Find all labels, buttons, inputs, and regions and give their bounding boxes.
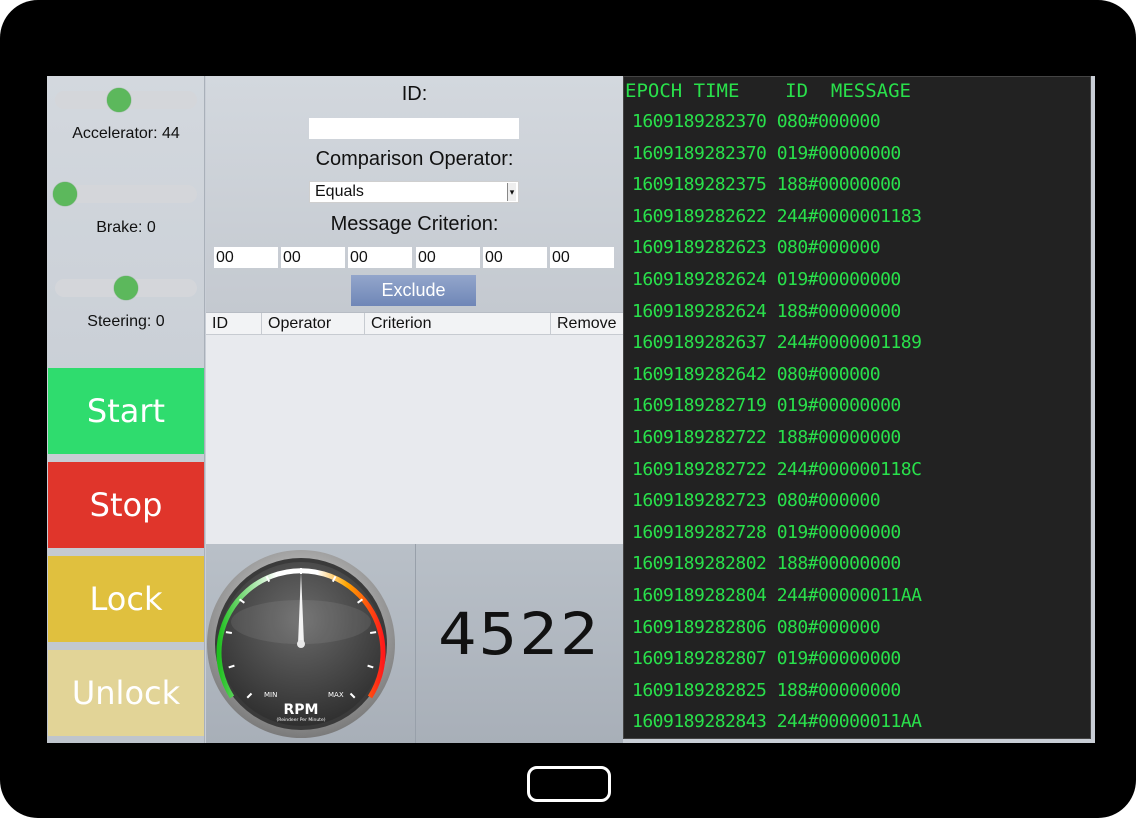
- accelerator-label: Accelerator: 44: [72, 125, 180, 142]
- log-row: 1609189282804 244#00000011AA: [632, 585, 922, 606]
- log-row: 1609189282722 188#00000000: [632, 427, 901, 448]
- filter-table: ID Operator Criterion Remove: [206, 312, 623, 544]
- log-row: 1609189282806 080#000000: [632, 616, 881, 638]
- column-header-remove: Remove: [557, 315, 617, 332]
- column-header-id: ID: [206, 313, 262, 335]
- log-row: 1609189282370 080#000000: [632, 111, 881, 132]
- log-row: 1609189282370 019#00000000: [632, 142, 901, 164]
- log-row: 1609189282723 080#000000: [632, 490, 881, 512]
- brake-slider-thumb[interactable]: [53, 182, 77, 206]
- gauge-label: RPM: [284, 702, 319, 718]
- log-row: 1609189282843 244#00000011AA: [632, 711, 922, 733]
- vehicle-controls: Accelerator: 44 Brake: 0 Steering: 0 Sta…: [47, 76, 205, 743]
- criterion-byte-1[interactable]: [214, 247, 278, 268]
- brake-slider[interactable]: [53, 182, 197, 206]
- steering-label: Steering: 0: [87, 313, 165, 330]
- log-row: 1609189282719 019#00000000: [632, 395, 901, 417]
- log-row: 1609189282623 080#000000: [632, 237, 881, 259]
- column-header-criterion: Criterion: [365, 313, 551, 335]
- log-row: 1609189282802 188#00000000: [632, 553, 901, 575]
- stop-button[interactable]: Stop: [48, 462, 204, 548]
- filter-form: ID: Comparison Operator: Equals ▾ Messag…: [206, 76, 623, 312]
- column-header-operator: Operator: [262, 313, 365, 335]
- log-row: 1609189282722 244#000000118C: [632, 458, 922, 480]
- steering-slider-thumb[interactable]: [114, 276, 138, 300]
- comparison-operator-value: Equals: [315, 183, 364, 200]
- filter-table-header: ID Operator Criterion Remove: [206, 313, 623, 335]
- log-row: 1609189282642 080#000000: [632, 363, 881, 385]
- log-row: 1609189282622 244#0000001183: [632, 205, 922, 227]
- chevron-down-icon[interactable]: ▾: [507, 183, 516, 201]
- lock-button[interactable]: Lock: [48, 556, 204, 642]
- tablet-frame: Accelerator: 44 Brake: 0 Steering: 0 Sta…: [0, 0, 1136, 818]
- gauge-tick: [369, 631, 377, 635]
- gauge-divider: [415, 544, 416, 743]
- id-label: ID:: [401, 83, 428, 105]
- criterion-byte-5[interactable]: [483, 247, 547, 268]
- log-row: 1609189282624 188#00000000: [632, 300, 901, 322]
- rpm-gauge-area: MIN MAX RPM (Reindeer Per Minute) 4522: [206, 544, 623, 743]
- gauge-min-label: MIN: [264, 691, 277, 699]
- accelerator-slider[interactable]: [55, 88, 197, 112]
- criterion-byte-6[interactable]: [550, 247, 614, 268]
- rpm-digital-display: 4522: [438, 600, 601, 668]
- log-row: 1609189282375 188#00000000: [632, 174, 901, 196]
- app-screen: Accelerator: 44 Brake: 0 Steering: 0 Sta…: [47, 76, 1095, 743]
- log-header: EPOCH TIME ID MESSAGE: [625, 80, 911, 102]
- rpm-gauge: MIN MAX RPM (Reindeer Per Minute): [207, 550, 395, 738]
- criterion-byte-3[interactable]: [348, 247, 412, 268]
- brake-label: Brake: 0: [96, 219, 156, 236]
- log-row: 1609189282728 019#00000000: [632, 521, 901, 543]
- criterion-byte-4[interactable]: [416, 247, 480, 268]
- gauge-sublabel: (Reindeer Per Minute): [277, 717, 326, 723]
- comparison-operator-label: Comparison Operator:: [315, 148, 514, 170]
- unlock-button[interactable]: Unlock: [48, 650, 204, 736]
- message-criterion-label: Message Criterion:: [330, 213, 499, 235]
- gauge-max-label: MAX: [328, 691, 344, 699]
- can-message-log[interactable]: EPOCH TIME ID MESSAGE 1609189282370 080#…: [623, 76, 1091, 739]
- accelerator-slider-thumb[interactable]: [106, 88, 131, 112]
- exclude-button[interactable]: Exclude: [351, 275, 476, 306]
- start-button[interactable]: Start: [48, 368, 204, 454]
- criterion-byte-2[interactable]: [281, 247, 345, 268]
- log-row: 1609189282825 188#00000000: [632, 679, 901, 701]
- home-button[interactable]: [527, 766, 611, 802]
- log-row: 1609189282637 244#0000001189: [632, 332, 922, 354]
- comparison-operator-select[interactable]: Equals ▾: [309, 181, 519, 203]
- steering-slider[interactable]: [55, 276, 197, 300]
- log-row: 1609189282807 019#00000000: [632, 648, 901, 670]
- gauge-tick: [225, 631, 233, 635]
- log-row: 1609189282624 019#00000000: [632, 269, 901, 290]
- id-input[interactable]: [309, 118, 519, 139]
